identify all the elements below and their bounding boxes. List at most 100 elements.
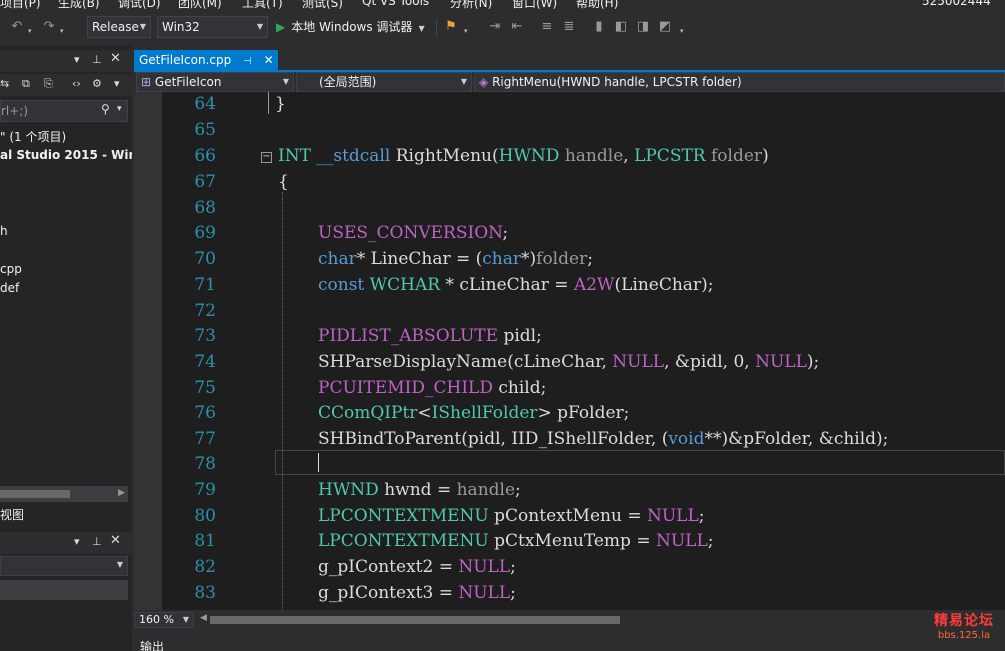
chevron-down-icon: ▼ [282, 77, 289, 86]
solution-node[interactable]: " (1 个项目) [0, 128, 66, 145]
scrollbar-thumb[interactable] [0, 490, 70, 498]
menu-window[interactable]: 窗口(W) [512, 0, 557, 10]
previous-bookmark-icon[interactable]: ◧ [612, 18, 630, 36]
pin-icon[interactable]: ⊥ [92, 53, 102, 66]
line-number: 68 [194, 198, 216, 218]
chevron-down-icon: ▼ [256, 22, 263, 31]
undo-icon[interactable]: ↶ [8, 18, 26, 36]
collapse-all-icon[interactable]: ⧉ [22, 77, 30, 91]
start-debugging-label: 本地 Windows 调试器 [291, 20, 413, 34]
play-icon: ▶ [276, 20, 286, 34]
start-debugging-button[interactable]: ▶ 本地 Windows 调试器 ▼ [276, 16, 425, 38]
menu-debug[interactable]: 调试(D) [118, 0, 161, 10]
code-text: SHParseDisplayName(cLineChar, NULL, &pid… [318, 352, 820, 372]
navigation-bar: ⊞ GetFileIcon ▼ (全局范围) ▼ ◈ RightMenu(HWN… [134, 72, 1005, 92]
code-view-icon[interactable]: ‹› [72, 77, 81, 90]
show-all-files-icon[interactable]: ⎘ [44, 77, 53, 91]
menu-project[interactable]: 项目(P) [0, 0, 41, 10]
uncomment-lines-icon[interactable]: ≣ [560, 18, 578, 36]
project-icon: ⊞ [141, 75, 152, 89]
text-caret [318, 453, 319, 472]
step-over-icon[interactable]: ⇤ [508, 18, 526, 36]
find-dropdown-icon[interactable]: ▾ [464, 27, 472, 35]
code-text: PCUITEMID_CHILD child; [318, 378, 547, 398]
search-options-icon[interactable]: ▾ [117, 104, 122, 114]
bookmark-icon[interactable]: ▮ [590, 18, 608, 36]
redo-icon[interactable]: ↷ [40, 18, 58, 36]
zoom-select[interactable]: 160 % ▼ [134, 612, 194, 628]
code-text: g_pIContext3 = NULL; [318, 583, 516, 603]
file-node-cpp[interactable]: cpp [0, 262, 22, 276]
code-text: g_pIContext2 = NULL; [318, 557, 516, 577]
chevron-down-icon[interactable]: ▼ [418, 24, 424, 33]
code-text: LPCONTEXTMENU pCtxMenuTemp = NULL; [318, 531, 714, 551]
solution-search-input[interactable]: rl+;) ⚲ ▾ [0, 100, 128, 122]
line-number: 74 [194, 352, 216, 372]
project-node[interactable]: al Studio 2015 - Wind [0, 148, 132, 162]
user-account[interactable]: 525002444 [922, 0, 991, 8]
menu-qt-vs-tools[interactable]: Qt VS Tools [362, 0, 429, 8]
second-panel-select[interactable]: ▼ [0, 556, 128, 576]
scroll-right-icon[interactable]: ▶ [118, 488, 125, 498]
tab-getfileicon-cpp[interactable]: GetFileIcon.cpp ⊣ ✕ [134, 50, 278, 70]
next-bookmark-icon[interactable]: ◨ [634, 18, 652, 36]
solution-explorer-panel: ▾ ⊥ ✕ ⇆ ⧉ ⎘ ‹› ⚙ ▾ rl+;) ⚲ ▾ " (1 个项目) a… [0, 46, 132, 651]
sync-icon[interactable]: ⇆ [0, 77, 9, 90]
configuration-select[interactable]: Release ▼ [87, 16, 151, 38]
chevron-down-icon[interactable]: ▾ [114, 77, 120, 90]
undo-dropdown-icon[interactable]: ▾ [28, 27, 36, 35]
line-number: 76 [194, 403, 216, 423]
close-icon[interactable]: ✕ [110, 533, 121, 548]
brace-guide [268, 92, 269, 114]
code-text: USES_CONVERSION; [318, 223, 509, 243]
properties-icon[interactable]: ⚙ [92, 77, 102, 90]
scroll-left-icon[interactable]: ◀ [200, 613, 207, 623]
menu-help[interactable]: 帮助(H) [576, 0, 618, 10]
file-node-header[interactable]: h [0, 224, 8, 238]
close-icon[interactable]: ✕ [264, 53, 274, 67]
line-number: 81 [194, 531, 216, 551]
member-select[interactable]: ◈ RightMenu(HWND handle, LPCSTR folder) [474, 72, 1005, 92]
method-icon: ◈ [479, 75, 489, 89]
menu-analyze[interactable]: 分析(N) [450, 0, 492, 10]
indicator-margin [134, 92, 162, 610]
clear-bookmarks-icon[interactable]: ◩ [656, 18, 674, 36]
toolbar-overflow-icon[interactable]: ▾ [680, 27, 688, 35]
menu-build[interactable]: 生成(B) [58, 0, 100, 10]
redo-dropdown-icon[interactable]: ▾ [60, 27, 68, 35]
chevron-down-icon: ▼ [182, 615, 189, 624]
scope-select[interactable]: (全局范围) ▼ [296, 72, 472, 92]
chevron-down-icon[interactable]: ▾ [74, 535, 80, 548]
output-tab[interactable]: 输出 [140, 638, 164, 651]
line-number: 65 [194, 120, 216, 140]
tab-title: GetFileIcon.cpp [139, 53, 232, 67]
pin-icon[interactable]: ⊣ [243, 56, 252, 67]
scrollbar-thumb[interactable] [210, 616, 620, 624]
line-number: 67 [194, 172, 216, 192]
project-select[interactable]: ⊞ GetFileIcon ▼ [136, 72, 294, 92]
file-node-def[interactable]: def [0, 281, 19, 295]
pin-icon[interactable]: ⊥ [92, 535, 102, 548]
close-icon[interactable]: ✕ [110, 51, 121, 66]
comment-lines-icon[interactable]: ≡ [538, 18, 556, 36]
chevron-down-icon[interactable]: ▾ [74, 53, 80, 66]
step-into-icon[interactable]: ⇥ [486, 18, 504, 36]
editor-horizontal-scrollbar[interactable] [210, 616, 1000, 624]
find-in-files-icon[interactable]: ⚑ [442, 18, 460, 36]
zoom-value: 160 % [139, 613, 174, 626]
line-number: 69 [194, 223, 216, 243]
second-panel-header: ▾ ⊥ ✕ [0, 532, 132, 554]
code-text: INT __stdcall RightMenu(HWND handle, LPC… [278, 146, 769, 166]
platform-select[interactable]: Win32 ▼ [157, 16, 268, 38]
code-editor[interactable]: − 64} 65 66 INT __stdcall RightMenu(HWND … [134, 92, 1005, 610]
menu-test[interactable]: 测试(S) [302, 0, 343, 10]
search-icon[interactable]: ⚲ [101, 102, 110, 116]
collapse-region-icon[interactable]: − [261, 152, 272, 163]
scope-select-value: (全局范围) [319, 75, 377, 89]
menu-tools[interactable]: 工具(T) [242, 0, 283, 10]
view-tab[interactable]: 视图 [0, 506, 24, 523]
solution-horizontal-scrollbar[interactable]: ▶ [0, 486, 128, 502]
menu-team[interactable]: 团队(M) [178, 0, 222, 10]
line-number: 78 [194, 454, 216, 474]
line-number: 71 [194, 275, 216, 295]
